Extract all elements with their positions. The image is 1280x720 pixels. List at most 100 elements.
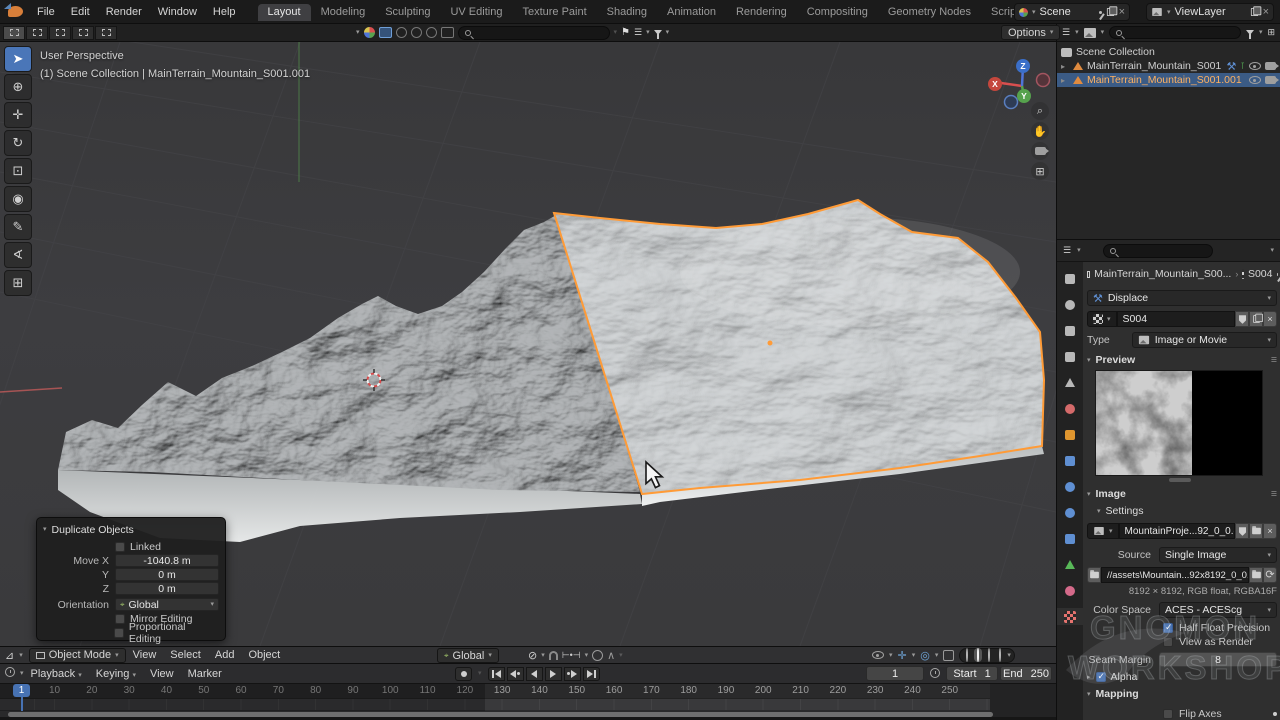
filter-funnel-icon[interactable] (654, 30, 662, 35)
falloff-toggle-icon[interactable] (411, 27, 422, 38)
displace-dropdown[interactable]: ⚒ Displace▾ (1087, 290, 1277, 306)
duplicate-objects-panel[interactable]: ▾ Duplicate Objects Linked Move X-1040.8… (36, 517, 226, 641)
gizmo-y-axis[interactable]: Y (1017, 89, 1031, 103)
options-button[interactable]: Options▾ (1001, 25, 1060, 40)
breadcrumb-texture[interactable]: S004 (1248, 268, 1273, 280)
orientation-dropdown[interactable]: ⌖ Global▾ (437, 648, 499, 663)
menu-render[interactable]: Render (98, 6, 150, 18)
close-icon[interactable]: × (1119, 7, 1125, 18)
camera-view-icon[interactable] (1031, 142, 1049, 160)
workspace-tab[interactable]: Texture Paint (512, 4, 596, 21)
particles-tab-icon[interactable] (1057, 478, 1083, 495)
texture-preview[interactable] (1095, 370, 1263, 476)
disable-render-icon[interactable] (1265, 62, 1276, 70)
workspace-tab[interactable]: Rendering (726, 4, 797, 21)
open-folder-icon[interactable] (1249, 523, 1263, 539)
menu-view[interactable]: View (126, 649, 164, 661)
unlink-icon[interactable]: × (1263, 311, 1277, 327)
playhead-badge[interactable]: 1 (13, 684, 30, 697)
editor-type-icon[interactable] (0, 667, 20, 680)
menu-window[interactable]: Window (150, 6, 205, 18)
falloff-curve-icon[interactable]: ∧ (607, 649, 615, 662)
overlays-toggle-icon[interactable]: ◎ (920, 649, 930, 662)
move-y-field[interactable]: 0 m (115, 568, 219, 581)
texture-browse-dropdown[interactable]: ▾ (1087, 311, 1117, 327)
menu-marker[interactable]: Marker (181, 668, 229, 680)
workspace-tab[interactable]: Modeling (311, 4, 376, 21)
tool-icon[interactable]: ⊺ (1240, 61, 1245, 72)
properties-search[interactable] (1103, 244, 1213, 258)
outliner-row-scene-collection[interactable]: Scene Collection (1057, 45, 1280, 59)
world-tab-icon[interactable] (1057, 400, 1083, 417)
frame-start-field[interactable]: Start1 (946, 666, 998, 681)
breadcrumb-object[interactable]: MainTerrain_Mountain_S00... (1094, 268, 1231, 280)
new-collection-icon[interactable]: ⊞ (1267, 27, 1275, 38)
ortho-toggle-icon[interactable]: ⊞ (1031, 162, 1049, 180)
menu-select[interactable]: Select (163, 649, 208, 661)
viewlayer-selector[interactable]: ▾ ViewLayer × (1146, 3, 1274, 21)
filter-funnel-icon[interactable] (1246, 30, 1254, 35)
reload-icon[interactable]: ⟳ (1263, 567, 1277, 583)
viewport-toggle-icon[interactable] (379, 27, 392, 38)
disable-render-icon[interactable] (1265, 76, 1276, 84)
prev-keyframe-button[interactable] (507, 667, 524, 681)
select-mode-new[interactable] (3, 26, 25, 40)
current-frame-field[interactable]: 1 (866, 666, 924, 681)
workspace-tab[interactable]: UV Editing (440, 4, 512, 21)
mapping-section-header[interactable]: ▾Mapping (1087, 688, 1277, 700)
close-icon[interactable]: × (1263, 7, 1269, 18)
display-mode-icon[interactable]: ☰ (634, 27, 642, 38)
alpha-checkbox[interactable] (1096, 672, 1106, 682)
scene-selector[interactable]: ▾ Scene × (1014, 3, 1130, 21)
proportional-editing-checkbox[interactable] (114, 628, 124, 638)
colorspace-dropdown[interactable]: ACES - ACEScg▾ (1159, 602, 1277, 618)
material-tab-icon[interactable] (1057, 582, 1083, 599)
image-section-header[interactable]: ▾Image ≡ (1087, 488, 1277, 500)
file-icon[interactable] (1087, 567, 1101, 583)
sphere-toggle-icon[interactable] (396, 27, 407, 38)
material-sphere-icon[interactable] (364, 27, 375, 38)
data-tab-icon[interactable] (1057, 556, 1083, 573)
viewport-search[interactable] (458, 26, 610, 40)
editor-type-icon[interactable]: ☰ (1062, 27, 1070, 38)
pin-icon[interactable] (1099, 11, 1102, 14)
select-mode-subtract[interactable] (49, 26, 71, 40)
jump-to-end-button[interactable] (583, 667, 600, 681)
select-mode-extend[interactable] (26, 26, 48, 40)
viewlayer-tab-icon[interactable] (1057, 348, 1083, 365)
select-mode-intersect[interactable] (95, 26, 117, 40)
world-toggle-icon[interactable] (426, 27, 437, 38)
gizmo-toggle-icon[interactable]: ✛ (898, 649, 907, 662)
workspace-tab[interactable]: Compositing (797, 4, 878, 21)
menu-object[interactable]: Object (241, 649, 287, 661)
browse-folder-icon[interactable] (1249, 567, 1263, 583)
seam-margin-field[interactable]: 8 (1159, 652, 1277, 667)
chevron-down-icon[interactable]: ▾ (1270, 247, 1274, 254)
shading-material-icon[interactable] (985, 648, 993, 662)
shading-wireframe-icon[interactable] (963, 648, 971, 662)
tool-tab-icon[interactable] (1057, 270, 1083, 287)
copy-icon[interactable] (1250, 8, 1257, 16)
collapse-icon[interactable]: ▾ (43, 526, 47, 533)
hide-viewport-icon[interactable] (1249, 62, 1261, 70)
menu-playback[interactable]: Playback ▾ (24, 668, 89, 680)
menu-view[interactable]: View (143, 668, 181, 680)
brush-toggle-icon[interactable] (441, 27, 454, 38)
workspace-tab[interactable]: Geometry Nodes (878, 4, 981, 21)
next-keyframe-button[interactable] (564, 667, 581, 681)
chevron-down-icon[interactable]: ▾ (356, 29, 360, 36)
object-tab-icon[interactable] (1057, 426, 1083, 443)
workspace-tab[interactable]: Sculpting (375, 4, 440, 21)
orientation-dropdown[interactable]: ⌖ Global ▾ (115, 598, 219, 611)
image-browse-dropdown[interactable]: ▾ (1087, 523, 1119, 539)
viewport-3d[interactable]: User Perspective (1) Scene Collection | … (0, 42, 1056, 646)
expand-icon[interactable]: ▸ (1061, 62, 1069, 71)
hide-viewport-icon[interactable] (1249, 76, 1261, 84)
editor-type-icon[interactable]: ☰ (1063, 245, 1071, 256)
modifier-tab-icon[interactable] (1057, 452, 1083, 469)
preview-section-header[interactable]: ▾Preview ≡ (1087, 354, 1277, 366)
outliner-row-object1[interactable]: ▸ MainTerrain_Mountain_S001 ⚒ ⊺ (1057, 59, 1280, 73)
copy-icon[interactable] (1249, 311, 1263, 327)
menu-edit[interactable]: Edit (63, 6, 98, 18)
render-tab-icon[interactable] (1057, 296, 1083, 313)
